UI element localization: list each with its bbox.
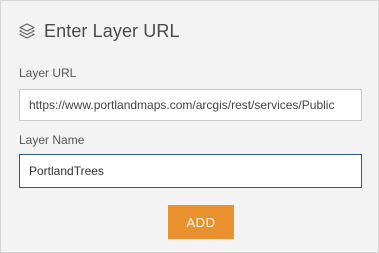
layers-icon [18,22,36,40]
layer-url-input[interactable] [19,89,362,121]
layer-name-label: Layer Name [19,133,85,147]
add-button[interactable]: ADD [168,205,234,239]
layer-url-label: Layer URL [19,66,77,80]
add-layer-panel: Enter Layer URL Layer URL Layer Name ADD [0,0,379,253]
layer-name-input[interactable] [19,154,362,188]
panel-header: Enter Layer URL [18,18,180,44]
panel-title: Enter Layer URL [44,20,180,41]
